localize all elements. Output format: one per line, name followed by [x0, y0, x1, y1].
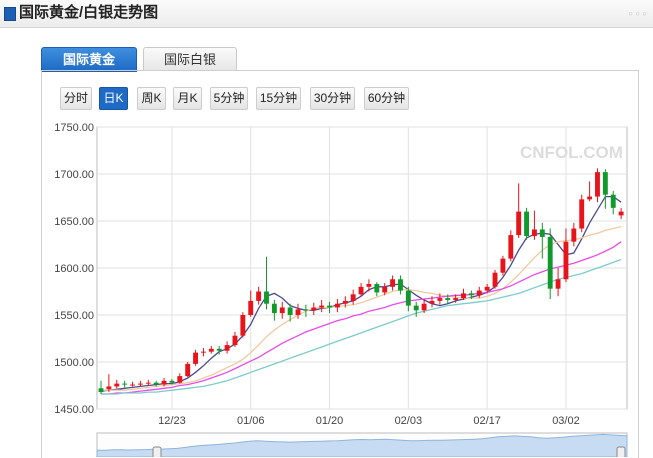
candle-body-up [334, 303, 340, 308]
candle-body-down [547, 236, 553, 289]
x-tick-label: 03/02 [552, 415, 580, 427]
cnfol-watermark: CNFOL.COM [520, 143, 623, 162]
candle-body-down [610, 194, 616, 208]
candle-body-up [224, 345, 230, 351]
candle-body-up [145, 382, 151, 384]
candle-body-up [595, 172, 600, 197]
candle-body-down [122, 383, 128, 385]
candle-body-down [264, 291, 269, 304]
candle-body-down [413, 305, 419, 311]
y-tick-label: 1500.00 [54, 357, 94, 369]
candle-body-up [492, 272, 498, 287]
candle-body-up [484, 286, 490, 291]
candle-body-down [602, 172, 608, 195]
candle-body-down [303, 309, 309, 311]
candle-body-up [555, 279, 561, 289]
candle-body-up [248, 300, 254, 315]
candle-body-up [531, 229, 537, 237]
candle-body-up [366, 283, 372, 287]
candle-body-down [271, 303, 277, 314]
candle-body-up [185, 363, 191, 377]
y-axis: 1450.00 1500.00 1550.00 1600.00 1650.00 1700.… [54, 122, 94, 416]
x-tick-label: 01/20 [316, 415, 344, 427]
candle-body-up [295, 309, 301, 315]
candle-body-up [500, 258, 506, 273]
candle-body-up [130, 384, 135, 386]
candle-body-up [429, 300, 435, 304]
candle-body-down [98, 388, 104, 393]
candle-body-up [421, 303, 427, 311]
x-tick-label: 01/06 [237, 415, 265, 427]
candle-body-up [508, 235, 514, 259]
candle-body-up [358, 286, 364, 295]
candle-body-up [563, 241, 569, 280]
candle-body-down [287, 307, 293, 315]
y-tick-label: 1750.00 [54, 122, 94, 134]
candle-body-down [398, 279, 403, 291]
candle-body-down [405, 290, 411, 306]
candle-body-up [350, 294, 356, 301]
candle-body-down [327, 305, 332, 308]
candle-body-up [279, 307, 285, 314]
candle-body-up [571, 228, 577, 242]
candle-body-down [539, 229, 545, 237]
candle-body-up [311, 307, 317, 311]
candle-body-up [579, 199, 585, 229]
candle-body-up [587, 196, 593, 200]
candle-body-up [453, 298, 459, 300]
candle-body-up [137, 383, 143, 385]
y-tick-label: 1650.00 [54, 216, 94, 228]
y-tick-label: 1700.00 [54, 169, 94, 181]
candle-body-down [468, 293, 474, 296]
gold-kline-chart: CNFOL.COM 1450.00 1500.00 1550.00 1600.00 16… [54, 122, 628, 457]
candle-body-up [256, 291, 262, 301]
candle-body-up [232, 335, 238, 346]
navigator-right-handle[interactable] [616, 446, 626, 457]
candle-body-up [461, 293, 466, 299]
x-tick-label: 02/17 [473, 415, 501, 427]
candle-body-up [476, 290, 482, 296]
navigator-left-handle[interactable] [152, 446, 162, 457]
candle-body-up [208, 348, 214, 352]
candle-body-up [382, 286, 388, 293]
x-tick-label: 12/23 [158, 415, 186, 427]
range-navigator[interactable] [96, 432, 628, 457]
candle-body-up [319, 305, 325, 308]
y-tick-label: 1450.00 [54, 404, 94, 416]
candle-body-down [445, 298, 451, 300]
candle-body-up [161, 380, 167, 385]
grid-lines [96, 126, 628, 410]
candle-body-down [216, 348, 222, 351]
candle-body-up [106, 386, 112, 390]
candle-body-up [390, 279, 396, 287]
candle-body-down [169, 380, 175, 383]
y-tick-label: 1600.00 [54, 263, 94, 275]
candle-body-down [374, 283, 380, 293]
candle-body-up [177, 376, 183, 383]
candle-body-up [437, 298, 443, 301]
candle-body-down [153, 382, 159, 385]
candle-body-up [201, 351, 206, 353]
x-tick-label: 02/03 [395, 415, 423, 427]
y-tick-label: 1550.00 [54, 310, 94, 322]
candle-body-up [618, 211, 624, 216]
x-axis: 12/23 01/06 01/20 02/03 02/17 03/02 [158, 415, 580, 427]
candle-body-up [240, 315, 246, 336]
candle-body-up [516, 211, 522, 236]
candle-body-up [193, 352, 199, 364]
candle-body-up [342, 300, 348, 304]
candle-body-down [524, 211, 529, 237]
candle-body-up [114, 383, 120, 387]
